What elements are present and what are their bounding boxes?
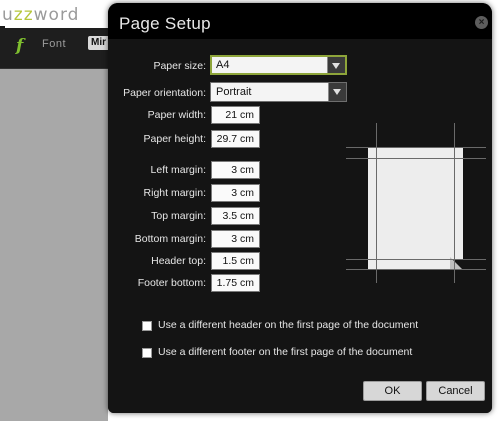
font-menu-label[interactable]: Font [42, 38, 66, 50]
paper-size-value: A4 [216, 59, 230, 71]
paper-height-label: Paper height: [143, 133, 206, 145]
font-icon[interactable]: f [16, 36, 23, 56]
app-logo-accent: zz [13, 5, 34, 25]
paper-width-field[interactable]: 21 cm [211, 106, 260, 124]
paper-height-field[interactable]: 29.7 cm [211, 130, 260, 148]
app-logo-prefix: u [2, 5, 14, 25]
app-logo-suffix: word [33, 5, 80, 25]
paper-orientation-value: Portrait [216, 86, 252, 98]
paper-orientation-label: Paper orientation: [123, 87, 206, 99]
paper-width-label: Paper width: [147, 109, 206, 121]
chevron-down-icon[interactable] [328, 83, 346, 101]
top-margin-label: Top margin: [151, 210, 206, 222]
different-footer-checkbox[interactable] [142, 348, 152, 358]
left-margin-field[interactable]: 3 cm [211, 161, 260, 179]
preview-bottom-edge-guide [346, 269, 486, 270]
footer-bottom-field[interactable]: 1.75 cm [211, 274, 260, 292]
dialog-body: Paper size: A4 Paper orientation: Portra… [108, 39, 492, 413]
right-margin-field[interactable]: 3 cm [211, 184, 260, 202]
preview-top-edge-guide [346, 147, 486, 148]
dialog-titlebar[interactable]: Page Setup × [108, 3, 492, 39]
header-top-field[interactable]: 1.5 cm [211, 252, 260, 270]
left-margin-label: Left margin: [150, 164, 206, 176]
paper-size-label: Paper size: [153, 60, 206, 72]
paper-orientation-select[interactable]: Portrait [210, 82, 347, 102]
ok-button[interactable]: OK [363, 381, 422, 401]
page-preview [346, 123, 486, 283]
right-margin-label: Right margin: [143, 187, 206, 199]
page-setup-dialog: Page Setup × Paper size: A4 Paper orient… [108, 3, 492, 413]
different-header-label[interactable]: Use a different header on the first page… [158, 319, 418, 331]
chevron-down-icon[interactable] [327, 57, 345, 73]
preview-footer-guide [346, 259, 486, 260]
header-top-label: Header top: [151, 255, 206, 267]
footer-bottom-label: Footer bottom: [137, 277, 206, 289]
dialog-title: Page Setup [119, 14, 211, 33]
bottom-margin-label: Bottom margin: [134, 233, 206, 245]
app-logo: uzzword [2, 5, 79, 25]
bottom-margin-field[interactable]: 3 cm [211, 230, 260, 248]
different-footer-label[interactable]: Use a different footer on the first page… [158, 346, 412, 358]
top-margin-field[interactable]: 3.5 cm [211, 207, 260, 225]
close-icon[interactable]: × [475, 16, 488, 29]
preview-page [368, 147, 463, 269]
preview-header-guide [346, 158, 486, 159]
cancel-button[interactable]: Cancel [426, 381, 485, 401]
paper-size-select[interactable]: A4 [210, 55, 347, 75]
document-canvas [0, 69, 108, 421]
different-header-checkbox[interactable] [142, 321, 152, 331]
